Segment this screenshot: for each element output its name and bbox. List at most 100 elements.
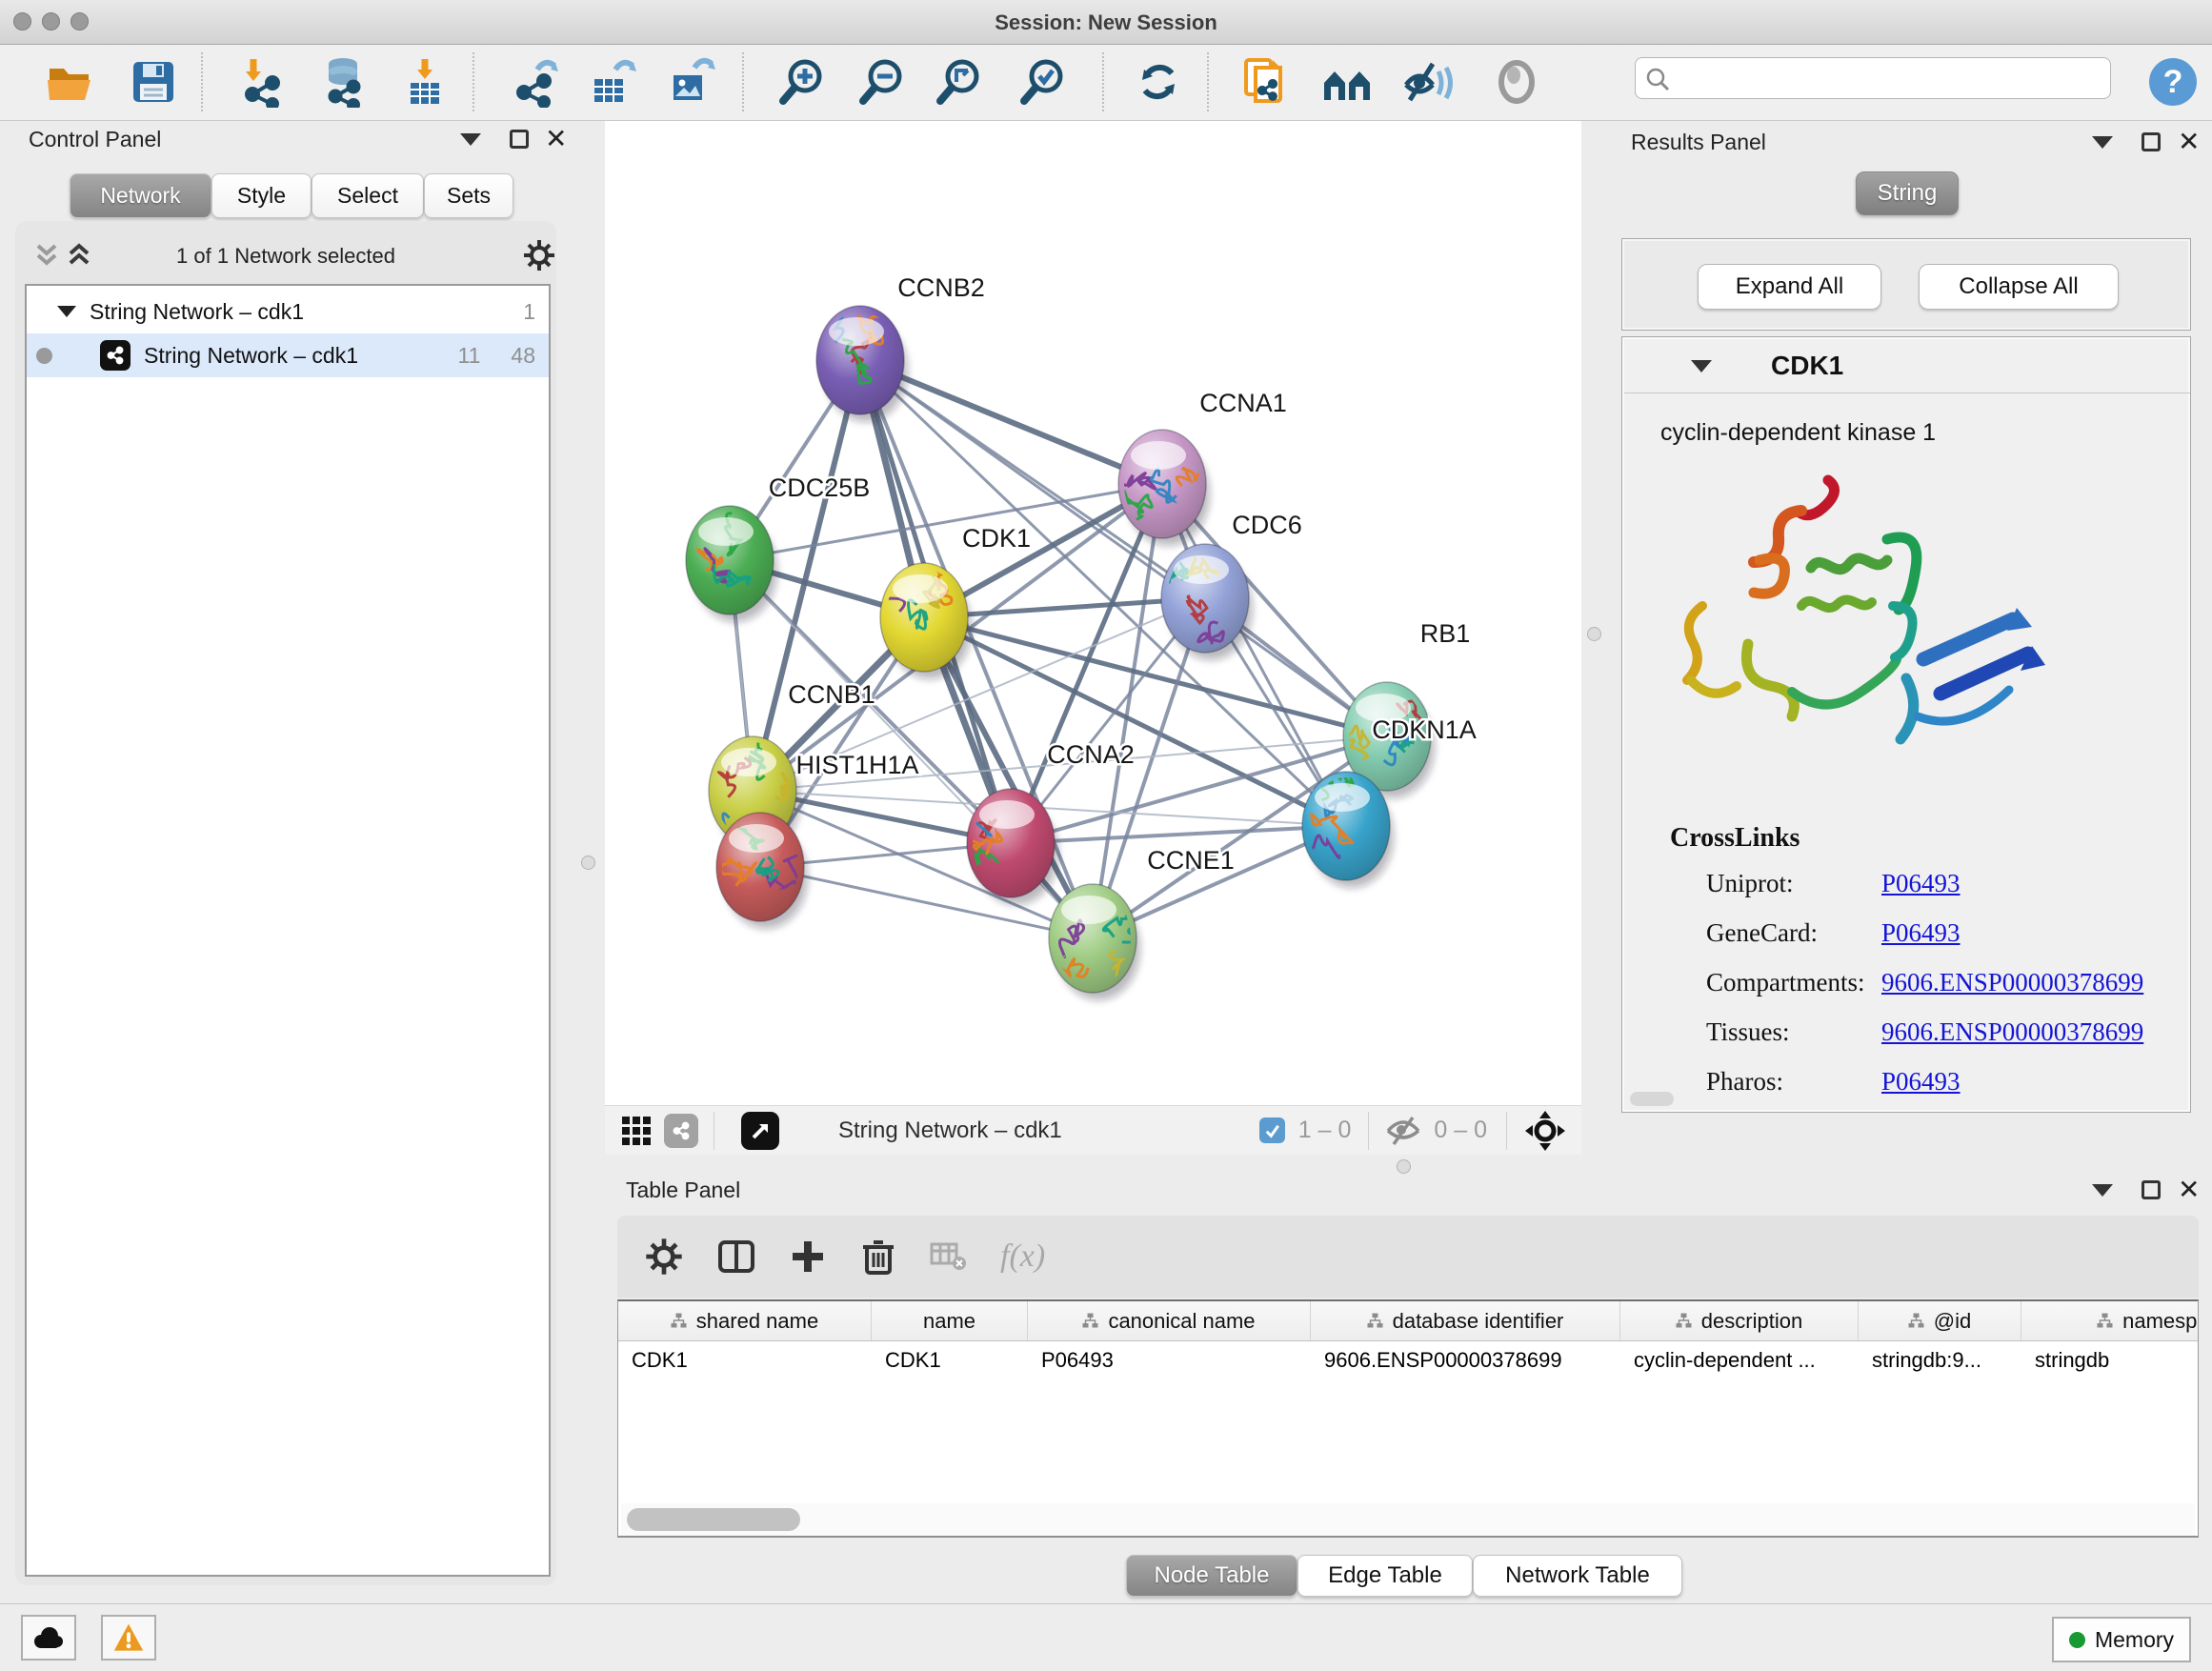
grid-view-icon[interactable] [620,1115,653,1147]
network-edge[interactable] [924,617,1387,736]
export-network-icon[interactable] [509,54,564,110]
crosslink-link[interactable]: 9606.ENSP00000378699 [1881,1017,2143,1047]
network-view-title: String Network – cdk1 [838,1117,1062,1144]
zoom-fit-icon[interactable] [932,54,987,110]
gene-collapse-caret-icon[interactable] [1691,360,1712,372]
network-node-rb1[interactable]: RB1 [1338,619,1470,798]
tab-style[interactable]: Style [211,173,312,218]
hidden-count: 0 – 0 [1434,1117,1487,1144]
zoom-selected-icon[interactable] [1016,54,1071,110]
delete-column-icon[interactable] [859,1237,897,1277]
table-panel-float-icon[interactable] [2142,1180,2161,1199]
network-collection-row[interactable]: String Network – cdk1 1 [27,290,549,333]
export-table-icon[interactable] [585,54,640,110]
node-table[interactable]: shared namenamecanonical namedatabase id… [617,1299,2199,1538]
cell-database-identifier[interactable]: 9606.ENSP00000378699 [1311,1341,1620,1379]
table-panel-menu-icon[interactable] [2092,1184,2113,1197]
open-session-icon[interactable] [42,54,97,110]
table-options-gear-icon[interactable] [644,1237,684,1277]
bottom-splitter-handle[interactable] [1397,1159,1411,1174]
left-splitter-handle[interactable] [581,856,595,870]
save-session-icon[interactable] [126,54,181,110]
refresh-icon[interactable] [1131,54,1186,110]
control-panel-menu-icon[interactable] [460,133,481,146]
control-panel-close-icon[interactable]: ✕ [545,130,567,149]
tab-select[interactable]: Select [312,173,424,218]
zoom-out-icon[interactable] [855,54,910,110]
svg-text:?: ? [2163,64,2183,100]
network-canvas[interactable]: CCNB2CCNA1CDC25BCDK1CDC6RB1CCNB1CCNA2CDK… [605,121,1581,1105]
table-panel-close-icon[interactable]: ✕ [2178,1180,2200,1199]
node-label: HIST1H1A [795,751,918,779]
network-edge[interactable] [1011,484,1162,843]
gene-header[interactable]: CDK1 [1624,339,2190,393]
column-header-canonical-name[interactable]: canonical name [1028,1301,1311,1340]
network-edge[interactable] [860,360,1387,736]
gene-box-hscroll-thumb[interactable] [1630,1092,1674,1106]
node-count: 11 [458,343,481,369]
show-all-icon[interactable] [1489,54,1544,110]
tab-string[interactable]: String [1856,171,1959,215]
create-column-icon[interactable] [789,1238,827,1276]
tab-edge-table[interactable]: Edge Table [1297,1555,1473,1597]
column-namespace-icon [1367,1313,1383,1329]
export-image-icon[interactable] [664,54,719,110]
crosslink-link[interactable]: P06493 [1881,869,1961,898]
cell-shared-name[interactable]: CDK1 [618,1341,872,1379]
import-network-database-icon[interactable] [316,54,372,110]
column-header-shared-name[interactable]: shared name [618,1301,872,1340]
show-columns-icon[interactable] [716,1237,756,1277]
network-row-selected[interactable]: String Network – cdk1 11 48 [27,333,549,377]
tab-sets[interactable]: Sets [424,173,513,218]
results-panel-close-icon[interactable]: ✕ [2178,132,2200,151]
crosslink-link[interactable]: 9606.ENSP00000378699 [1881,968,2143,997]
memory-button[interactable]: Memory [2052,1617,2191,1662]
first-neighbors-icon[interactable] [1320,54,1376,110]
import-table-icon[interactable] [397,54,452,110]
network-node-cdc25b[interactable]: CDC25B [686,473,870,622]
selected-nodes-checkbox[interactable] [1259,1117,1285,1143]
table-hscrollbar[interactable] [621,1503,2195,1536]
zoom-in-icon[interactable] [774,54,830,110]
fit-selected-crosshair-icon[interactable] [1524,1110,1566,1152]
column-header-namespace[interactable]: namespace [2021,1301,2199,1340]
results-panel-float-icon[interactable] [2142,132,2161,151]
control-panel-float-icon[interactable] [510,130,529,149]
string-view-icon[interactable] [664,1114,698,1148]
hidden-nodes-eye-icon[interactable] [1384,1116,1422,1146]
open-in-string-icon[interactable] [1237,54,1292,110]
hide-selected-icon[interactable] [1399,54,1455,110]
tab-node-table[interactable]: Node Table [1126,1555,1297,1597]
network-node-ccne1[interactable]: CCNE1 [1045,846,1234,1015]
column-header--id[interactable]: @id [1859,1301,2021,1340]
collapse-caret-icon[interactable] [57,306,76,317]
column-header-description[interactable]: description [1620,1301,1859,1340]
birds-eye-view-icon[interactable] [741,1112,779,1150]
network-options-gear-icon[interactable] [522,238,556,272]
collapse-all-button[interactable]: Collapse All [1919,264,2119,310]
cloud-services-button[interactable] [21,1615,76,1661]
cell--id[interactable]: stringdb:9... [1859,1341,2021,1379]
cell-namespace[interactable]: stringdb [2021,1341,2199,1379]
results-panel-menu-icon[interactable] [2092,136,2113,149]
cell-canonical-name[interactable]: P06493 [1028,1341,1311,1379]
warnings-button[interactable] [101,1615,156,1661]
node-label: CCNB1 [788,680,875,709]
tab-network-table[interactable]: Network Table [1473,1555,1682,1597]
tab-network[interactable]: Network [70,173,211,218]
expand-all-button[interactable]: Expand All [1698,264,1881,310]
cell-name[interactable]: CDK1 [872,1341,1028,1379]
help-icon[interactable]: ? [2145,54,2201,110]
table-panel-title: Table Panel [626,1178,740,1203]
crosslink-link[interactable]: P06493 [1881,1067,1961,1097]
crosslink-link[interactable]: P06493 [1881,918,1961,948]
column-header-name[interactable]: name [872,1301,1028,1340]
import-network-icon[interactable] [235,54,291,110]
right-splitter-handle[interactable] [1587,627,1601,641]
search-input[interactable] [1678,60,2104,96]
table-row[interactable]: CDK1CDK1P064939606.ENSP00000378699cyclin… [618,1341,2199,1379]
table-hscrollbar-thumb[interactable] [627,1508,800,1531]
cell-description[interactable]: cyclin-dependent ... [1620,1341,1859,1379]
column-header-database-identifier[interactable]: database identifier [1311,1301,1620,1340]
current-network-dot-icon [36,348,52,364]
